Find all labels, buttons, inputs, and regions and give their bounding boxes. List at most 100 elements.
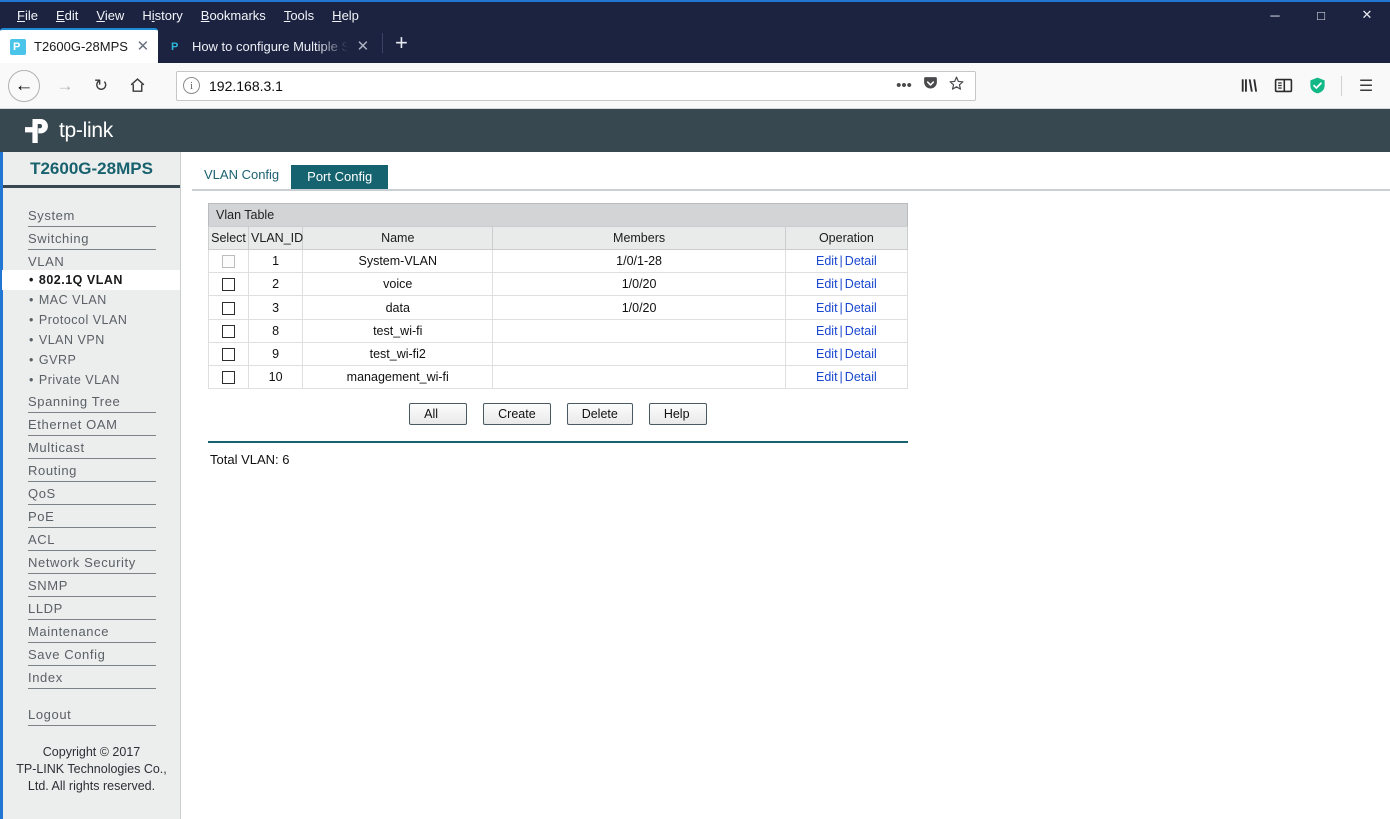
sidebar-icon[interactable] [1267, 70, 1299, 102]
sidebar-item-switching[interactable]: Switching [28, 227, 156, 250]
row-checkbox[interactable] [222, 301, 236, 315]
sidebar-item-ethernet-oam[interactable]: Ethernet OAM [28, 413, 156, 436]
row-select-cell[interactable] [207, 295, 250, 320]
page-info-icon[interactable]: i [183, 77, 200, 94]
edit-link[interactable]: Edit [816, 347, 838, 361]
back-button-icon[interactable]: ← [8, 69, 40, 102]
shield-icon[interactable] [1301, 70, 1333, 102]
sidebar-item-vlan-vpn[interactable]: • VLAN VPN [3, 330, 180, 350]
sidebar-item-gvrp[interactable]: • GVRP [3, 350, 180, 370]
create-button[interactable]: Create [483, 403, 551, 426]
sidebar-item-lldp[interactable]: LLDP [28, 597, 156, 620]
minimize-button[interactable]: ─ [1252, 2, 1298, 28]
detail-link[interactable]: Detail [845, 277, 877, 291]
menu-item-tools[interactable]: Tools [275, 6, 323, 25]
sidebar-item-multicast[interactable]: Multicast [28, 436, 156, 459]
edit-link[interactable]: Edit [816, 301, 838, 315]
page-actions-icon[interactable]: ••• [891, 77, 917, 94]
tab-divider [381, 32, 383, 53]
row-select-cell[interactable] [207, 272, 250, 297]
sidebar-item-vlan[interactable]: VLAN [28, 250, 156, 270]
edit-link[interactable]: Edit [816, 254, 838, 268]
row-checkbox[interactable] [222, 371, 236, 385]
detail-link[interactable]: Detail [845, 370, 877, 384]
url-bar[interactable]: i 192.168.3.1 ••• [176, 70, 976, 101]
delete-button[interactable]: Delete [566, 403, 633, 426]
sidebar-item-save-config[interactable]: Save Config [28, 643, 156, 666]
detail-link[interactable]: Detail [845, 347, 877, 361]
table-row: 9 test_wi-fi2 Edit | Detail [207, 341, 909, 367]
sidebar-item-qos[interactable]: QoS [28, 482, 156, 505]
sidebar-nav: System Switching VLAN • 802.1Q VLAN • MAC … [2, 188, 180, 726]
sidebar-item-8021q-vlan[interactable]: • 802.1Q VLAN [2, 270, 180, 290]
menu-item-file[interactable]: File [8, 6, 47, 25]
reload-button-icon[interactable]: ↻ [84, 69, 118, 103]
copyright-line-1: Copyright © 2017 [42, 745, 141, 759]
row-members: 1/0/1-28 [492, 248, 786, 274]
menu-item-history[interactable]: History [133, 6, 191, 25]
help-button[interactable]: Help [648, 403, 707, 426]
sidebar-item-logout[interactable]: Logout [28, 703, 156, 726]
library-icon[interactable] [1233, 70, 1265, 102]
window-controls: ─ □ ✕ [1252, 2, 1390, 28]
all-button[interactable]: All [409, 403, 468, 426]
content-tabs-underline [192, 189, 1390, 191]
row-checkbox[interactable] [222, 348, 236, 362]
close-tab-2-icon[interactable]: ✕ [356, 39, 370, 54]
sidebar-item-network-security[interactable]: Network Security [28, 551, 156, 574]
menu-item-help[interactable]: Help [323, 6, 368, 25]
tab-vlan-config[interactable]: VLAN Config [192, 163, 292, 189]
copyright-line-3: Ltd. All rights reserved. [27, 779, 156, 793]
row-operation: Edit | Detail [784, 341, 909, 367]
row-checkbox[interactable] [222, 324, 236, 338]
row-name: System-VLAN [302, 248, 494, 274]
edit-link[interactable]: Edit [816, 324, 838, 338]
forward-button-icon[interactable]: → [48, 69, 82, 103]
sidebar-item-spanning-tree[interactable]: Spanning Tree [28, 390, 156, 413]
sidebar-item-system[interactable]: System [28, 204, 156, 227]
tab-port-config[interactable]: Port Config [291, 165, 389, 189]
sidebar-item-protocol-vlan[interactable]: • Protocol VLAN [3, 310, 180, 330]
edit-link[interactable]: Edit [816, 370, 838, 384]
edit-link[interactable]: Edit [816, 277, 838, 291]
browser-tab-1[interactable]: P T2600G-28MPS ✕ [0, 28, 158, 63]
browser-tab-2[interactable]: P How to configure Multiple SSID ✕ [158, 30, 378, 63]
pocket-icon[interactable] [917, 75, 943, 96]
row-select-cell[interactable] [207, 248, 250, 274]
sidebar-item-mac-vlan[interactable]: • MAC VLAN [3, 290, 180, 310]
sidebar-item-private-vlan[interactable]: • Private VLAN [3, 370, 180, 390]
url-input[interactable]: 192.168.3.1 [209, 78, 891, 94]
close-window-button[interactable]: ✕ [1344, 2, 1390, 28]
detail-link[interactable]: Detail [845, 254, 877, 268]
bookmark-star-icon[interactable] [943, 75, 969, 96]
new-tab-button[interactable]: + [387, 31, 420, 60]
bullet-icon: • [29, 293, 34, 307]
sidebar-item-index[interactable]: Index [28, 666, 156, 689]
table-row: 1 System-VLAN 1/0/1-28 Edit | Detail [207, 248, 909, 274]
menu-item-bookmarks[interactable]: Bookmarks [192, 6, 275, 25]
row-select-cell[interactable] [207, 318, 250, 343]
row-checkbox [222, 255, 236, 269]
operation-separator: | [839, 254, 843, 269]
menu-item-view[interactable]: View [87, 6, 133, 25]
sidebar-item-snmp[interactable]: SNMP [28, 574, 156, 597]
app-menu-icon[interactable]: ☰ [1350, 70, 1382, 102]
column-header-operation: Operation [784, 226, 909, 250]
detail-link[interactable]: Detail [845, 301, 877, 315]
row-select-cell[interactable] [207, 341, 250, 367]
tplink-logo-text: tp-link [59, 118, 113, 142]
row-checkbox[interactable] [222, 278, 236, 292]
maximize-button[interactable]: □ [1298, 2, 1344, 28]
row-operation: Edit | Detail [784, 365, 909, 390]
row-vlan-id: 10 [248, 365, 304, 390]
home-button-icon[interactable] [120, 69, 154, 103]
sidebar-item-routing[interactable]: Routing [28, 459, 156, 482]
sidebar-item-maintenance[interactable]: Maintenance [28, 620, 156, 643]
menu-item-edit[interactable]: Edit [47, 6, 87, 25]
sidebar-item-poe[interactable]: PoE [28, 505, 156, 528]
detail-link[interactable]: Detail [845, 324, 877, 338]
row-select-cell[interactable] [207, 365, 250, 390]
sidebar-item-acl[interactable]: ACL [28, 528, 156, 551]
row-operation: Edit | Detail [784, 272, 909, 297]
close-tab-1-icon[interactable]: ✕ [136, 39, 150, 54]
